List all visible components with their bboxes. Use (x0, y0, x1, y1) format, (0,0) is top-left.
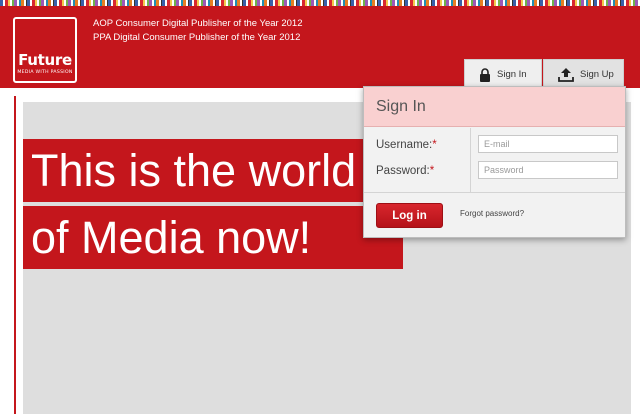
sign-in-panel-title: Sign In (364, 87, 625, 127)
award-text-ppa: PPA Digital Consumer Publisher of the Ye… (93, 32, 301, 43)
award-text-aop: AOP Consumer Digital Publisher of the Ye… (93, 18, 303, 29)
lock-icon (479, 67, 491, 82)
hero-headline-line2: of Media now! (23, 206, 403, 269)
left-accent-rule (14, 96, 16, 414)
forgot-password-link[interactable]: Forgot password? (460, 209, 524, 218)
upload-icon (558, 67, 574, 82)
hero-headline-line1: This is the world (23, 139, 403, 202)
log-in-button[interactable]: Log in (376, 203, 443, 228)
tab-sign-up[interactable]: Sign Up (543, 59, 624, 89)
tab-sign-up-label: Sign Up (580, 69, 614, 80)
site-header: Future MEDIA WITH PASSION AOP Consumer D… (0, 6, 640, 89)
password-input[interactable] (478, 161, 618, 179)
tab-sign-in[interactable]: Sign In (464, 59, 542, 89)
tab-sign-in-label: Sign In (497, 69, 527, 80)
password-label: Password:* (376, 165, 435, 177)
username-input[interactable] (478, 135, 618, 153)
required-marker: * (432, 139, 437, 151)
logo-wordmark: Future (18, 51, 72, 69)
future-logo[interactable]: Future MEDIA WITH PASSION (13, 17, 77, 83)
sign-in-dropdown: Sign In Username:* Password:* Log in For… (363, 86, 626, 238)
logo-tagline: MEDIA WITH PASSION (17, 70, 73, 75)
form-divider (470, 128, 471, 193)
username-label: Username:* (376, 139, 437, 151)
required-marker: * (429, 165, 435, 177)
sign-in-form: Username:* Password:* (364, 128, 625, 193)
